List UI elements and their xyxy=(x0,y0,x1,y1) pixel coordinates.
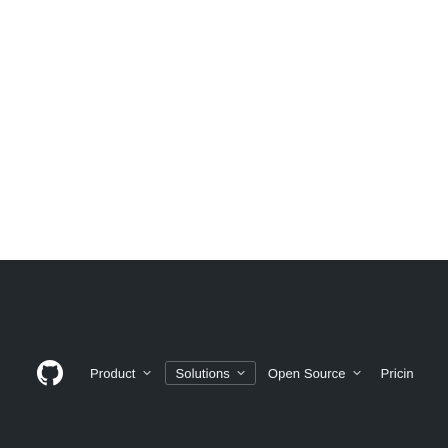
nav-item-pricing[interactable]: Pricin xyxy=(371,362,414,384)
chevron-down-icon xyxy=(142,370,151,376)
nav-item-label: Open Source xyxy=(267,365,346,381)
primary-nav: Product Solutions Open Source Pricin xyxy=(82,361,414,385)
nav-item-label: Product xyxy=(90,365,136,381)
nav-item-open-source[interactable]: Open Source xyxy=(260,362,371,384)
nav-item-solutions[interactable]: Solutions xyxy=(164,361,256,385)
site-header: Product Solutions Open Source Pricin xyxy=(0,260,448,448)
github-logo-icon[interactable] xyxy=(37,360,63,386)
nav-item-label: Solutions xyxy=(175,365,230,381)
nav-item-product[interactable]: Product xyxy=(82,362,161,384)
nav-row: Product Solutions Open Source Pricin xyxy=(0,354,448,394)
nav-item-label: Pricin xyxy=(380,365,414,381)
chevron-down-icon xyxy=(237,370,245,376)
chevron-down-icon xyxy=(353,370,361,376)
blank-page-area xyxy=(0,0,448,260)
